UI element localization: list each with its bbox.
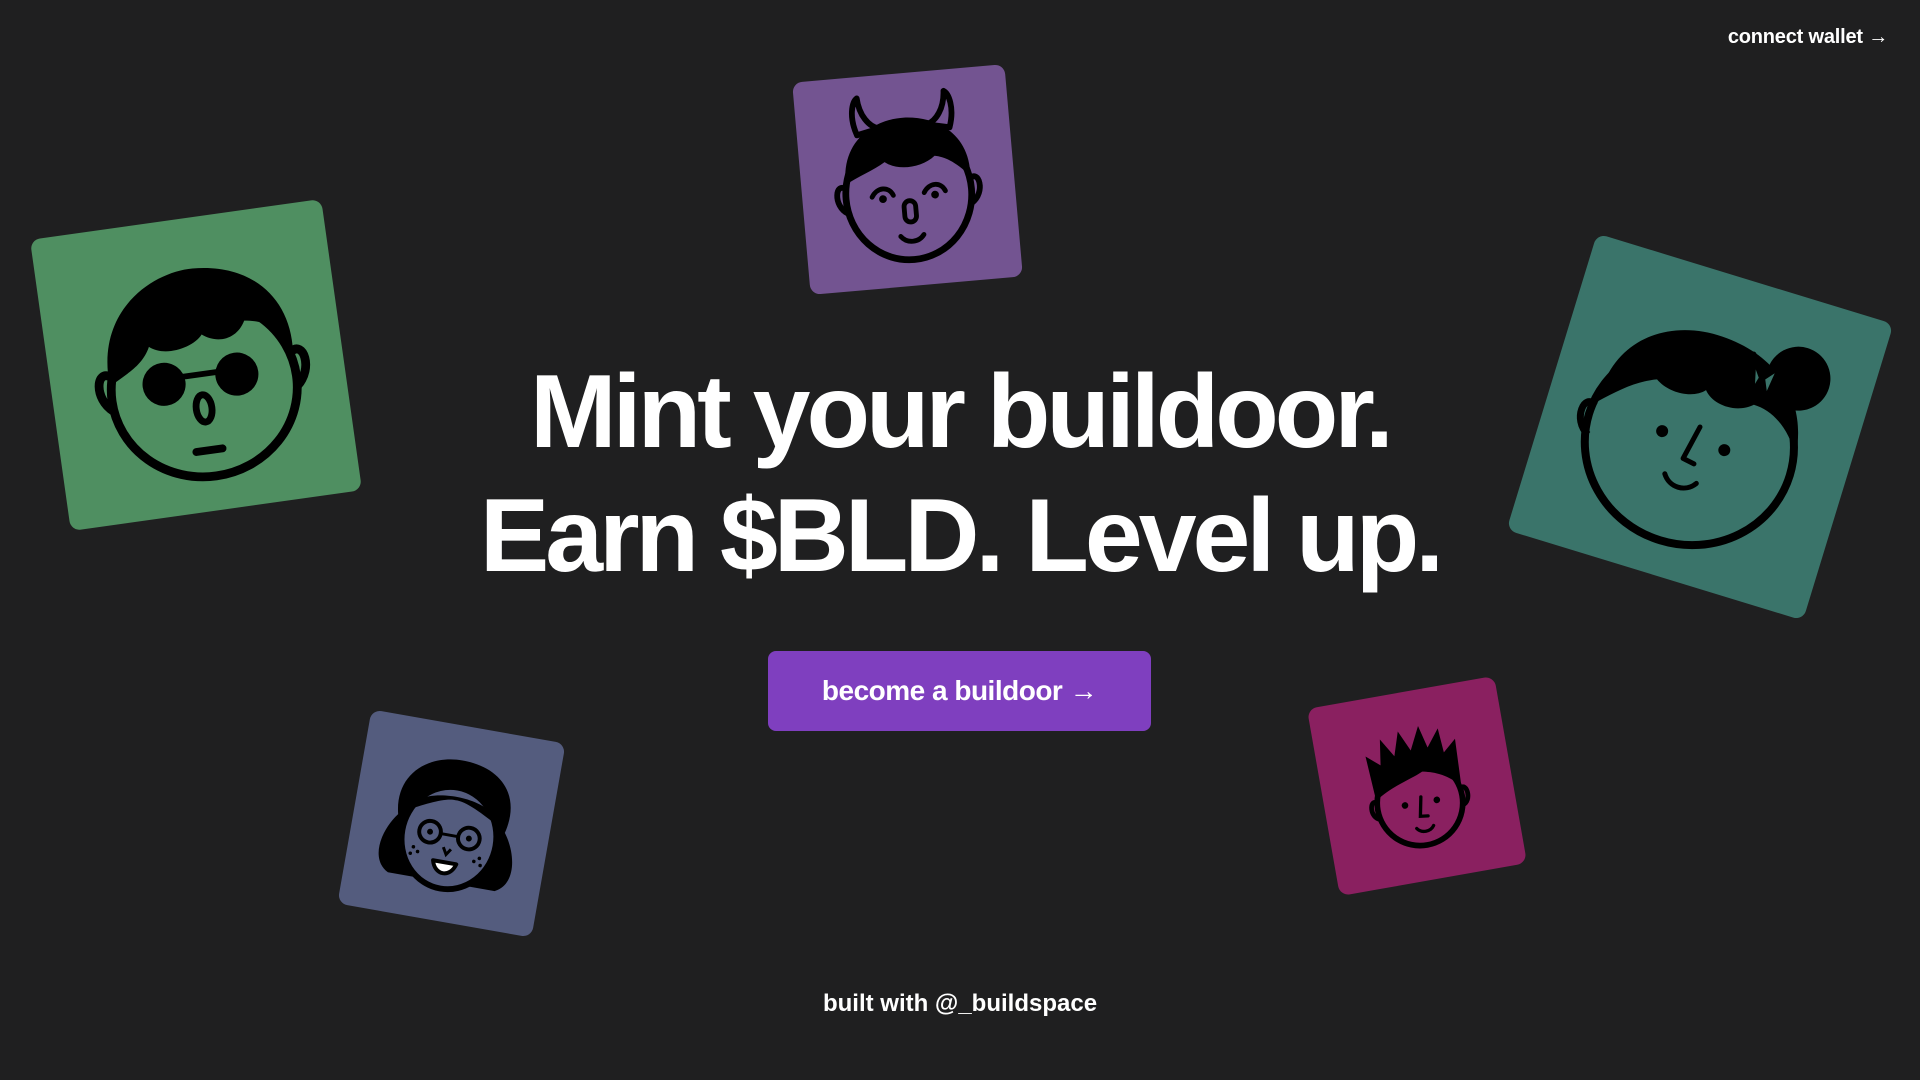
become-buildoor-button[interactable]: become a buildoor → [768,651,1151,731]
avatar-spiky-hair-icon [1365,726,1471,849]
footer-credit-link[interactable]: built with @_buildspace [0,990,1920,1018]
hero-line-2: Earn $BLD. Level up. [479,478,1444,594]
avatar-horns-icon [834,87,983,264]
hero-headline: Mint your buildoor. Earn $BLD. Level up. [0,350,1920,598]
avatar-card-slate [337,709,566,938]
avatar-glasses-freckles-icon [378,759,513,893]
avatar-card-purple [792,64,1023,295]
hero-line-1: Mint your buildoor. [530,354,1394,470]
avatar-card-magenta [1306,675,1528,897]
landing-page: connect wallet → Mint your buildoor. Ear… [0,0,1920,1080]
connect-wallet-link[interactable]: connect wallet → [1728,26,1888,49]
